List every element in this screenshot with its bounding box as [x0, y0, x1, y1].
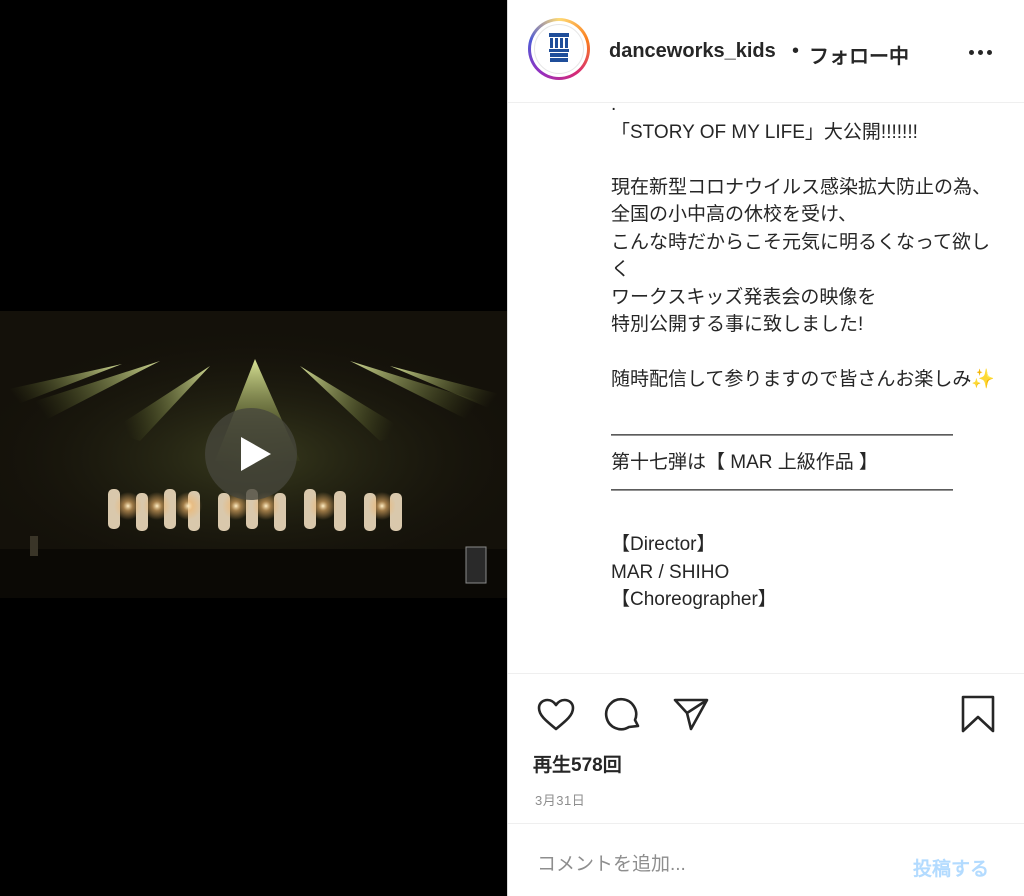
danceworks-logo-avatar: [534, 24, 584, 74]
following-button[interactable]: フォロー中: [809, 40, 909, 69]
bookmark-icon[interactable]: [960, 694, 996, 734]
comment-icon[interactable]: [604, 696, 642, 734]
comment-bar: 投稿する: [508, 823, 1024, 896]
comment-input[interactable]: [537, 851, 877, 879]
post-comment-button[interactable]: 投稿する: [913, 854, 989, 881]
share-icon[interactable]: [672, 696, 710, 732]
post-details-panel: danceworks_kids • フォロー中 . 「STORY OF MY L…: [507, 0, 1024, 896]
play-icon: [241, 437, 271, 471]
danceworks-logo-icon: [549, 33, 569, 62]
view-count[interactable]: 再生578回: [533, 750, 622, 777]
story-ring[interactable]: [528, 18, 590, 80]
play-button[interactable]: [205, 408, 297, 500]
separator-dot: •: [792, 40, 800, 62]
caption-text: . 「STORY OF MY LIFE」大公開!!!!!!! 現在新型コロナウイ…: [611, 103, 996, 610]
action-bar: 再生578回 3月31日: [508, 673, 1024, 823]
post-date[interactable]: 3月31日: [535, 790, 585, 809]
post-header: danceworks_kids • フォロー中: [508, 0, 1024, 103]
avatar[interactable]: [531, 21, 587, 77]
video-media-panel: [0, 0, 507, 896]
heart-icon[interactable]: [537, 698, 575, 732]
caption-scroll-area[interactable]: . 「STORY OF MY LIFE」大公開!!!!!!! 現在新型コロナウイ…: [508, 103, 1024, 673]
username-link[interactable]: danceworks_kids: [609, 40, 776, 63]
more-options-icon[interactable]: [963, 34, 999, 70]
